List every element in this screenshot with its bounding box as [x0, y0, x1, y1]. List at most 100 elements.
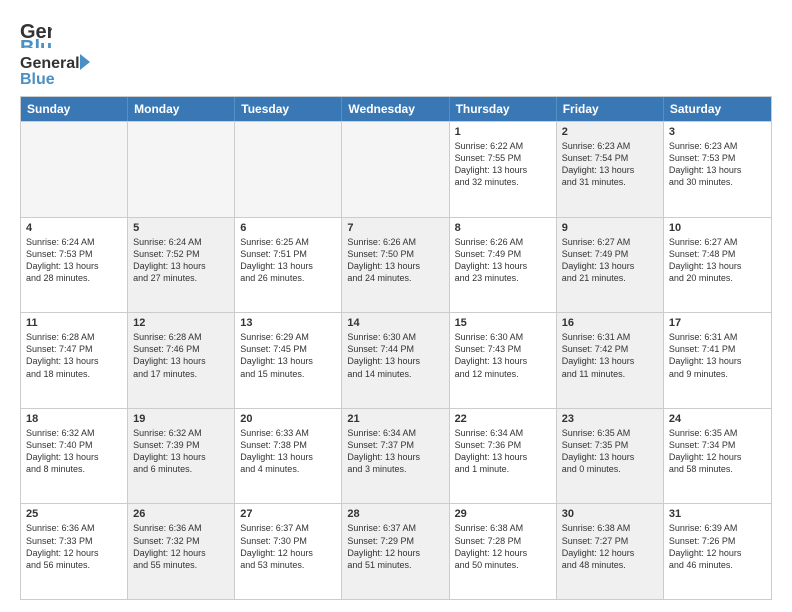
day-cell-20: 20 Sunrise: 6:33 AM Sunset: 7:38 PM Dayli… [235, 409, 342, 504]
day-info: Sunrise: 6:28 AM Sunset: 7:46 PM Dayligh… [133, 331, 229, 380]
day-info: Sunrise: 6:36 AM Sunset: 7:33 PM Dayligh… [26, 522, 122, 571]
day-cell-11: 11 Sunrise: 6:28 AM Sunset: 7:47 PM Dayli… [21, 313, 128, 408]
day-info: Sunrise: 6:35 AM Sunset: 7:35 PM Dayligh… [562, 427, 658, 476]
svg-text:Blue: Blue [20, 71, 55, 88]
day-number: 30 [562, 508, 658, 520]
calendar-header: SundayMondayTuesdayWednesdayThursdayFrid… [21, 97, 771, 121]
day-cell-4: 4 Sunrise: 6:24 AM Sunset: 7:53 PM Daylig… [21, 218, 128, 313]
logo-icon: General Blue [20, 16, 52, 48]
svg-text:General: General [20, 55, 80, 72]
day-info: Sunrise: 6:31 AM Sunset: 7:42 PM Dayligh… [562, 331, 658, 380]
day-number: 1 [455, 126, 551, 138]
day-number: 2 [562, 126, 658, 138]
logo-svg: General Blue [20, 50, 90, 88]
day-info: Sunrise: 6:29 AM Sunset: 7:45 PM Dayligh… [240, 331, 336, 380]
day-cell-5: 5 Sunrise: 6:24 AM Sunset: 7:52 PM Daylig… [128, 218, 235, 313]
day-number: 21 [347, 413, 443, 425]
day-info: Sunrise: 6:27 AM Sunset: 7:48 PM Dayligh… [669, 236, 766, 285]
day-number: 3 [669, 126, 766, 138]
page: General Blue General Blue SundayMondayTu… [0, 0, 792, 612]
day-number: 5 [133, 222, 229, 234]
day-cell-25: 25 Sunrise: 6:36 AM Sunset: 7:33 PM Dayli… [21, 504, 128, 599]
day-header-thursday: Thursday [450, 97, 557, 121]
day-header-saturday: Saturday [664, 97, 771, 121]
svg-text:Blue: Blue [20, 37, 52, 48]
day-number: 28 [347, 508, 443, 520]
calendar-body: 1 Sunrise: 6:22 AM Sunset: 7:55 PM Daylig… [21, 121, 771, 599]
day-cell-16: 16 Sunrise: 6:31 AM Sunset: 7:42 PM Dayli… [557, 313, 664, 408]
day-info: Sunrise: 6:37 AM Sunset: 7:30 PM Dayligh… [240, 522, 336, 571]
day-cell-28: 28Sunrise: 6:37 AM Sunset: 7:29 PM Dayli… [342, 504, 449, 599]
day-cell-1: 1 Sunrise: 6:22 AM Sunset: 7:55 PM Daylig… [450, 122, 557, 217]
day-number: 16 [562, 317, 658, 329]
day-cell-13: 13 Sunrise: 6:29 AM Sunset: 7:45 PM Dayli… [235, 313, 342, 408]
day-info: Sunrise: 6:35 AM Sunset: 7:34 PM Dayligh… [669, 427, 766, 476]
day-number: 11 [26, 317, 122, 329]
day-number: 23 [562, 413, 658, 425]
day-number: 31 [669, 508, 766, 520]
day-number: 24 [669, 413, 766, 425]
day-info: Sunrise: 6:25 AM Sunset: 7:51 PM Dayligh… [240, 236, 336, 285]
day-cell-8: 8Sunrise: 6:26 AM Sunset: 7:49 PM Daylig… [450, 218, 557, 313]
day-number: 10 [669, 222, 766, 234]
day-number: 14 [347, 317, 443, 329]
day-info: Sunrise: 6:28 AM Sunset: 7:47 PM Dayligh… [26, 331, 122, 380]
day-cell-24: 24 Sunrise: 6:35 AM Sunset: 7:34 PM Dayli… [664, 409, 771, 504]
day-info: Sunrise: 6:33 AM Sunset: 7:38 PM Dayligh… [240, 427, 336, 476]
day-info: Sunrise: 6:23 AM Sunset: 7:54 PM Dayligh… [562, 140, 658, 189]
day-info: Sunrise: 6:22 AM Sunset: 7:55 PM Dayligh… [455, 140, 551, 189]
calendar: SundayMondayTuesdayWednesdayThursdayFrid… [20, 96, 772, 600]
day-number: 18 [26, 413, 122, 425]
empty-cell [21, 122, 128, 217]
day-number: 20 [240, 413, 336, 425]
day-number: 26 [133, 508, 229, 520]
day-info: Sunrise: 6:32 AM Sunset: 7:40 PM Dayligh… [26, 427, 122, 476]
day-cell-22: 22 Sunrise: 6:34 AM Sunset: 7:36 PM Dayli… [450, 409, 557, 504]
day-info: Sunrise: 6:34 AM Sunset: 7:36 PM Dayligh… [455, 427, 551, 476]
day-number: 19 [133, 413, 229, 425]
day-number: 17 [669, 317, 766, 329]
day-info: Sunrise: 6:27 AM Sunset: 7:49 PM Dayligh… [562, 236, 658, 285]
day-number: 7 [347, 222, 443, 234]
day-cell-2: 2 Sunrise: 6:23 AM Sunset: 7:54 PM Daylig… [557, 122, 664, 217]
day-info: Sunrise: 6:32 AM Sunset: 7:39 PM Dayligh… [133, 427, 229, 476]
empty-cell [128, 122, 235, 217]
calendar-row-3: 11 Sunrise: 6:28 AM Sunset: 7:47 PM Dayli… [21, 312, 771, 408]
day-info: Sunrise: 6:31 AM Sunset: 7:41 PM Dayligh… [669, 331, 766, 380]
day-cell-17: 17 Sunrise: 6:31 AM Sunset: 7:41 PM Dayli… [664, 313, 771, 408]
day-info: Sunrise: 6:24 AM Sunset: 7:52 PM Dayligh… [133, 236, 229, 285]
day-number: 13 [240, 317, 336, 329]
header: General Blue General Blue [20, 16, 772, 88]
day-number: 27 [240, 508, 336, 520]
day-info: Sunrise: 6:24 AM Sunset: 7:53 PM Dayligh… [26, 236, 122, 285]
day-number: 25 [26, 508, 122, 520]
logo: General Blue General Blue [20, 16, 90, 88]
day-info: Sunrise: 6:36 AM Sunset: 7:32 PM Dayligh… [133, 522, 229, 571]
day-cell-29: 29Sunrise: 6:38 AM Sunset: 7:28 PM Dayli… [450, 504, 557, 599]
day-number: 12 [133, 317, 229, 329]
day-number: 29 [455, 508, 551, 520]
day-cell-6: 6 Sunrise: 6:25 AM Sunset: 7:51 PM Daylig… [235, 218, 342, 313]
day-number: 6 [240, 222, 336, 234]
day-info: Sunrise: 6:39 AM Sunset: 7:26 PM Dayligh… [669, 522, 766, 571]
day-cell-19: 19 Sunrise: 6:32 AM Sunset: 7:39 PM Dayli… [128, 409, 235, 504]
day-cell-15: 15Sunrise: 6:30 AM Sunset: 7:43 PM Dayli… [450, 313, 557, 408]
day-number: 8 [455, 222, 551, 234]
day-header-friday: Friday [557, 97, 664, 121]
day-cell-21: 21Sunrise: 6:34 AM Sunset: 7:37 PM Dayli… [342, 409, 449, 504]
day-cell-27: 27 Sunrise: 6:37 AM Sunset: 7:30 PM Dayli… [235, 504, 342, 599]
day-cell-18: 18 Sunrise: 6:32 AM Sunset: 7:40 PM Dayli… [21, 409, 128, 504]
day-info: Sunrise: 6:30 AM Sunset: 7:44 PM Dayligh… [347, 331, 443, 380]
calendar-row-4: 18 Sunrise: 6:32 AM Sunset: 7:40 PM Dayli… [21, 408, 771, 504]
day-cell-3: 3 Sunrise: 6:23 AM Sunset: 7:53 PM Daylig… [664, 122, 771, 217]
calendar-row-1: 1 Sunrise: 6:22 AM Sunset: 7:55 PM Daylig… [21, 121, 771, 217]
day-info: Sunrise: 6:23 AM Sunset: 7:53 PM Dayligh… [669, 140, 766, 189]
day-header-monday: Monday [128, 97, 235, 121]
day-number: 22 [455, 413, 551, 425]
day-cell-9: 9Sunrise: 6:27 AM Sunset: 7:49 PM Daylig… [557, 218, 664, 313]
day-number: 4 [26, 222, 122, 234]
day-header-tuesday: Tuesday [235, 97, 342, 121]
calendar-row-5: 25 Sunrise: 6:36 AM Sunset: 7:33 PM Dayli… [21, 503, 771, 599]
day-number: 15 [455, 317, 551, 329]
empty-cell [342, 122, 449, 217]
